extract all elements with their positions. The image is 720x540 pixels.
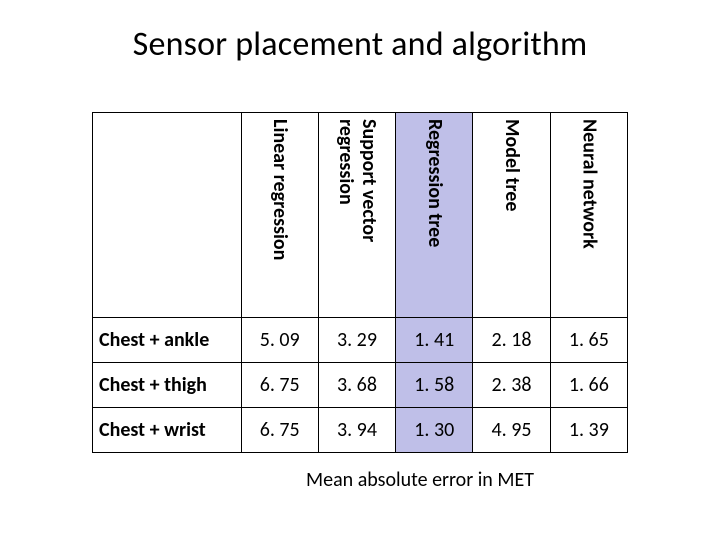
col-header-label: Regression tree [423,113,446,311]
table-cell: 3. 29 [318,318,395,363]
table-cell: 1. 39 [550,408,627,453]
page-title: Sensor placement and algorithm [0,24,720,65]
col-header-label: Linear regression [268,113,291,311]
table-corner-cell [93,113,242,318]
col-header-label: Model tree [500,113,523,311]
col-header-svr: Support vector regression [318,113,395,318]
table-cell: 3. 94 [318,408,395,453]
table-cell: 4. 95 [473,408,550,453]
slide: Sensor placement and algorithm Linear re… [0,0,720,540]
table-cell: 6. 75 [241,408,318,453]
col-header-label: Neural network [577,113,600,311]
table-cell: 1. 66 [550,363,627,408]
table-cell: 2. 38 [473,363,550,408]
row-label: Chest + thigh [93,363,242,408]
table-cell: 1. 41 [396,318,473,363]
row-label: Chest + ankle [93,318,242,363]
table-cell: 2. 18 [473,318,550,363]
table-row: Chest + thigh 6. 75 3. 68 1. 58 2. 38 1.… [93,363,628,408]
table-cell: 6. 75 [241,363,318,408]
table-cell: 5. 09 [241,318,318,363]
table-cell: 1. 65 [550,318,627,363]
table-caption: Mean absolute error in MET [0,468,720,492]
col-header-neural-network: Neural network [550,113,627,318]
col-header-label: Support vector regression [334,113,380,311]
results-table: Linear regression Support vector regress… [92,112,628,453]
results-table-wrap: Linear regression Support vector regress… [92,112,628,453]
table-row: Chest + wrist 6. 75 3. 94 1. 30 4. 95 1.… [93,408,628,453]
table-cell: 3. 68 [318,363,395,408]
table-cell: 1. 58 [396,363,473,408]
col-header-model-tree: Model tree [473,113,550,318]
table-cell: 1. 30 [396,408,473,453]
table-header-row: Linear regression Support vector regress… [93,113,628,318]
col-header-regression-tree: Regression tree [396,113,473,318]
col-header-linear-regression: Linear regression [241,113,318,318]
table-row: Chest + ankle 5. 09 3. 29 1. 41 2. 18 1.… [93,318,628,363]
row-label: Chest + wrist [93,408,242,453]
